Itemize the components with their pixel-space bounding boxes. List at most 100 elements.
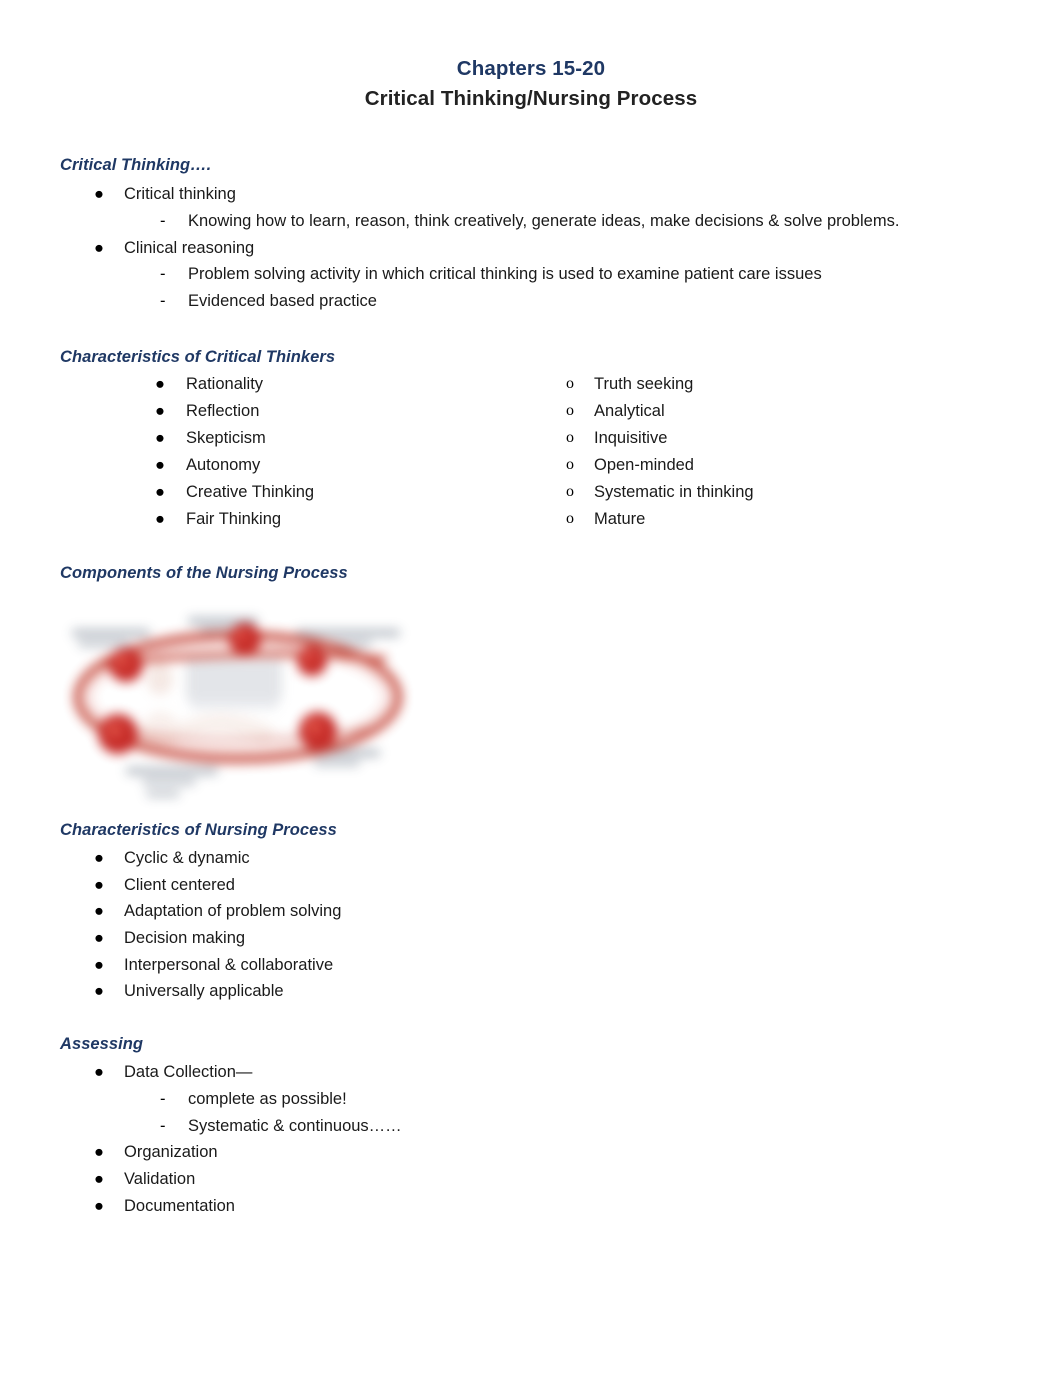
list-item-label: Skepticism [186,428,266,447]
page-title-line-1: Chapters 15-20 [456,57,606,80]
circle-bullet-icon: o [566,401,574,419]
sub-list-item-label: Problem solving activity in which critic… [188,265,822,284]
list-item-label: Cyclic & dynamic [124,848,250,867]
list-item: ● Creative Thinking [0,479,470,506]
circle-bullet-icon: o [566,483,574,501]
section-characteristics-of-critical-thinkers: Characteristics of Critical Thinkers ● R… [0,348,1062,531]
dash-bullet-icon: - [160,265,166,284]
bullet-list: ● Data Collection— - complete as possibl… [0,1059,1062,1219]
dash-bullet-icon: - [160,212,166,230]
sub-list-item-label: Evidenced based practice [188,292,377,311]
filled-bullet-icon: ● [94,848,104,867]
bullet-list: ● Cyclic & dynamic ● Client centered ● A… [0,845,1062,1005]
list-item-label: Organization [124,1143,218,1162]
list-item-label: Reflection [186,401,260,420]
section-heading: Characteristics of Critical Thinkers [60,347,336,366]
sub-list-item-label: Knowing how to learn, reason, think crea… [188,212,900,230]
list-item-label: Universally applicable [124,982,284,1001]
filled-bullet-icon: ● [155,401,165,420]
nursing-process-cycle-diagram-image [60,601,430,806]
section-heading: Characteristics of Nursing Process [60,820,337,839]
list-item-label: Rationality [186,374,264,393]
list-item-label: Inquisitive [594,428,668,447]
filled-bullet-icon: ● [94,1170,104,1189]
list-item: ● Rationality [0,371,470,398]
list-item: ● Client centered [0,872,1062,899]
list-item-label: Analytical [594,401,665,420]
sub-list-item-label: complete as possible! [188,1089,347,1108]
filled-bullet-icon: ● [94,1063,104,1082]
section-heading: Components of the Nursing Process [60,563,348,582]
list-item: ● Interpersonal & collaborative [0,952,1062,979]
two-column-list: ● Rationality ● Reflection ● Skepticism … [0,371,1062,531]
list-item: o Inquisitive [508,425,988,452]
list-item-label: Truth seeking [594,374,694,393]
filled-bullet-icon: ● [155,374,165,393]
sub-list-item: - Evidenced based practice [124,288,1062,315]
list-item: ● Critical thinking - Knowing how to lea… [0,181,1062,234]
list-item-label: Fair Thinking [186,510,282,529]
list-item: o Mature [508,506,988,533]
nursing-process-cycle-diagram [60,601,430,806]
sub-bullet-list: - Knowing how to learn, reason, think cr… [124,208,1062,235]
list-item-label: Clinical reasoning [124,238,255,257]
list-item: ● Clinical reasoning - Problem solving a… [0,235,1062,315]
filled-bullet-icon: ● [155,428,165,447]
circle-bullet-icon: o [566,510,574,528]
column-right: o Truth seeking o Analytical o Inquisiti… [508,371,988,533]
filled-bullet-icon: ● [94,875,104,894]
list-item-label: Data Collection— [124,1063,253,1082]
section-heading: Critical Thinking…. [60,156,212,175]
list-item: ● Reflection [0,398,470,425]
list-item-label: Decision making [124,929,246,948]
list-item-label: Client centered [124,875,235,894]
dash-bullet-icon: - [160,1089,166,1108]
filled-bullet-icon: ● [94,1143,104,1162]
filled-bullet-icon: ● [94,902,104,921]
section-heading: Assessing [60,1035,143,1054]
dash-bullet-icon: - [160,292,166,311]
sub-bullet-list: - complete as possible! - Systematic & c… [124,1086,1062,1139]
bullet-list: o Truth seeking o Analytical o Inquisiti… [508,371,988,533]
list-item-label: Interpersonal & collaborative [124,955,334,974]
sub-bullet-list: - Problem solving activity in which crit… [124,261,1062,314]
dash-bullet-icon: - [160,1116,166,1135]
filled-bullet-icon: ● [94,1196,104,1215]
sub-list-item: - Systematic & continuous…… [124,1113,1062,1140]
list-item-label: Validation [124,1170,196,1189]
section-critical-thinking: Critical Thinking…. ● Critical thinking … [0,156,1062,315]
bullet-list: ● Rationality ● Reflection ● Skepticism … [0,371,470,533]
list-item-label: Systematic in thinking [594,483,754,502]
list-item-label: Adaptation of problem solving [124,902,342,921]
list-item: ● Fair Thinking [0,506,470,533]
list-item: ● Universally applicable [0,978,1062,1005]
list-item: ● Decision making [0,925,1062,952]
section-characteristics-of-nursing-process: Characteristics of Nursing Process ● Cyc… [0,821,1062,1005]
section-assessing: Assessing ● Data Collection— - complete … [0,1035,1062,1219]
list-item: ● Validation [0,1166,1062,1193]
filled-bullet-icon: ● [155,510,165,529]
page-title-line-2: Critical Thinking/Nursing Process [364,86,698,110]
filled-bullet-icon: ● [94,238,104,257]
list-item: ● Data Collection— - complete as possibl… [0,1059,1062,1139]
document-title-block: Chapters 15-20 Critical Thinking/Nursing… [0,0,1062,112]
list-item-label: Open-minded [594,456,694,475]
sub-list-item: - complete as possible! [124,1086,1062,1113]
list-item: ● Adaptation of problem solving [0,898,1062,925]
list-item: o Open-minded [508,452,988,479]
filled-bullet-icon: ● [94,955,104,974]
sub-list-item: - Problem solving activity in which crit… [124,261,1062,288]
section-components-of-nursing-process: Components of the Nursing Process [0,564,1062,806]
list-item: o Truth seeking [508,371,988,398]
list-item: ● Organization [0,1139,1062,1166]
list-item: ● Documentation [0,1193,1062,1220]
list-item-label: Documentation [124,1196,235,1215]
list-item: ● Autonomy [0,452,470,479]
circle-bullet-icon: o [566,456,574,474]
list-item-label: Creative Thinking [186,483,315,502]
filled-bullet-icon: ● [155,456,165,475]
document-page: Chapters 15-20 Critical Thinking/Nursing… [0,0,1062,1377]
filled-bullet-icon: ● [94,929,104,948]
list-item: o Analytical [508,398,988,425]
circle-bullet-icon: o [566,428,574,446]
